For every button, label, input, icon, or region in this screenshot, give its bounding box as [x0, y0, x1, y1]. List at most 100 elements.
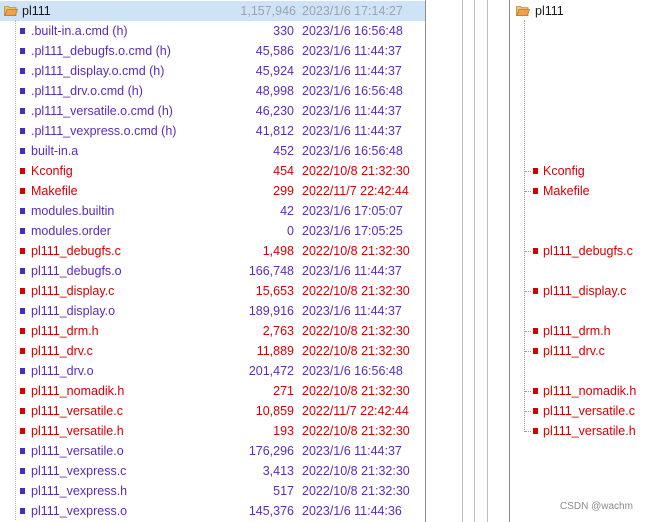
- left-file-row[interactable]: pl111_vexpress.h 517 2022/10/8 21:32:30: [0, 481, 425, 501]
- file-date: 2022/11/7 22:42:44: [302, 404, 409, 418]
- right-file-name[interactable]: Makefile: [543, 181, 590, 201]
- file-date: 2022/10/8 21:32:30: [302, 244, 410, 258]
- file-date: 2022/10/8 21:32:30: [302, 464, 410, 478]
- right-file-name[interactable]: pl111_display.c: [543, 281, 626, 301]
- left-file-row[interactable]: modules.order 0 2023/1/6 17:05:25: [0, 221, 425, 241]
- file-icon: [20, 48, 25, 54]
- file-size: 45,924: [255, 64, 294, 78]
- file-icon: [20, 428, 25, 434]
- right-folder-row[interactable]: pl111: [510, 1, 645, 21]
- file-icon: [20, 408, 25, 414]
- left-file-row[interactable]: built-in.a 452 2023/1/6 16:56:48: [0, 141, 425, 161]
- file-size: 11,889: [256, 344, 294, 358]
- left-file-row[interactable]: .built-in.a.cmd (h) 330 2023/1/6 16:56:48: [0, 21, 425, 41]
- left-file-row[interactable]: pl111_versatile.h 193 2022/10/8 21:32:30: [0, 421, 425, 441]
- left-file-row[interactable]: modules.builtin 42 2023/1/6 17:05:07: [0, 201, 425, 221]
- file-date: 2023/1/6 11:44:37: [302, 304, 402, 318]
- file-name: pl111_versatile.c: [31, 404, 123, 418]
- file-icon: [20, 308, 25, 314]
- tree-branch: [525, 391, 531, 392]
- file-date: 2023/1/6 16:56:48: [302, 84, 403, 98]
- file-size: 271: [273, 384, 294, 398]
- file-size: 41,812: [255, 124, 294, 138]
- file-icon: [20, 328, 25, 334]
- file-date: 2022/10/8 21:32:30: [302, 324, 410, 338]
- file-icon: [20, 68, 25, 74]
- left-file-row[interactable]: pl111_debugfs.c 1,498 2022/10/8 21:32:30: [0, 241, 425, 261]
- tree-branch: [525, 331, 531, 332]
- file-icon: [20, 208, 25, 214]
- left-file-row[interactable]: pl111_vexpress.c 3,413 2022/10/8 21:32:30: [0, 461, 425, 481]
- file-icon: [20, 348, 25, 354]
- file-icon: [20, 108, 25, 114]
- file-size: 176,296: [248, 444, 294, 458]
- left-file-row[interactable]: Makefile 299 2022/11/7 22:42:44: [0, 181, 425, 201]
- file-icon: [20, 188, 25, 194]
- right-file-name[interactable]: pl111_debugfs.c: [543, 241, 633, 261]
- file-size: 166,748: [248, 264, 294, 278]
- file-size: 10,859: [255, 404, 294, 418]
- left-file-row[interactable]: .pl111_drv.o.cmd (h) 48,998 2023/1/6 16:56…: [0, 81, 425, 101]
- left-file-row[interactable]: pl111_vexpress.o 145,376 2023/1/6 11:44:36: [0, 501, 425, 521]
- left-file-pane: pl111 1,157,946 2023/1/6 17:14:27 .built…: [0, 0, 425, 522]
- left-file-row[interactable]: pl111_display.c 15,653 2022/10/8 21:32:30: [0, 281, 425, 301]
- column-divider: [462, 0, 463, 522]
- right-file-name[interactable]: Kconfig: [543, 161, 585, 181]
- file-name: .pl111_display.o.cmd (h): [31, 64, 165, 78]
- file-name: pl111_display.o: [31, 304, 116, 318]
- right-file-name[interactable]: pl111_versatile.c: [543, 401, 635, 421]
- right-file-name[interactable]: pl111_nomadik.h: [543, 381, 636, 401]
- file-icon: [533, 348, 538, 354]
- left-file-row[interactable]: pl111_display.o 189,916 2023/1/6 11:44:37: [0, 301, 425, 321]
- right-file-name[interactable]: pl111_drm.h: [543, 321, 611, 341]
- file-name: .pl111_debugfs.o.cmd (h): [31, 44, 171, 58]
- file-icon: [20, 468, 25, 474]
- file-name: pl111_drv.o: [31, 364, 94, 378]
- file-name: .built-in.a.cmd (h): [31, 24, 128, 38]
- file-size: 299: [273, 184, 294, 198]
- right-file-name[interactable]: pl111_drv.c: [543, 341, 605, 361]
- left-file-row[interactable]: .pl111_display.o.cmd (h) 45,924 2023/1/6 1…: [0, 61, 425, 81]
- tree-branch: [525, 291, 531, 292]
- file-name: Makefile: [31, 184, 78, 198]
- file-date: 2022/10/8 21:32:30: [302, 164, 410, 178]
- file-size: 454: [273, 164, 294, 178]
- left-file-row[interactable]: pl111_nomadik.h 271 2022/10/8 21:32:30: [0, 381, 425, 401]
- file-name: .pl111_drv.o.cmd (h): [31, 84, 143, 98]
- file-icon: [20, 268, 25, 274]
- file-icon: [20, 388, 25, 394]
- file-name: pl111_versatile.o: [31, 444, 124, 458]
- file-icon: [20, 488, 25, 494]
- file-size: 46,230: [255, 104, 294, 118]
- left-folder-row[interactable]: pl111 1,157,946 2023/1/6 17:14:27: [0, 1, 425, 21]
- file-icon: [533, 428, 538, 434]
- file-icon: [20, 168, 25, 174]
- file-name: Kconfig: [31, 164, 73, 178]
- file-name: pl111_vexpress.h: [31, 484, 128, 498]
- right-file-name[interactable]: pl111_versatile.h: [543, 421, 636, 441]
- left-file-row[interactable]: pl111_drm.h 2,763 2022/10/8 21:32:30: [0, 321, 425, 341]
- left-file-row[interactable]: pl111_versatile.o 176,296 2023/1/6 11:44:3…: [0, 441, 425, 461]
- file-date: 2023/1/6 11:44:36: [302, 504, 402, 518]
- file-date: 2023/1/6 11:44:37: [302, 444, 402, 458]
- file-icon: [20, 88, 25, 94]
- left-file-row[interactable]: .pl111_versatile.o.cmd (h) 46,230 2023/1/6…: [0, 101, 425, 121]
- left-folder-size: 1,157,946: [240, 4, 296, 18]
- file-name: modules.builtin: [31, 204, 115, 218]
- file-name: pl111_drv.c: [31, 344, 93, 358]
- left-file-row[interactable]: pl111_debugfs.o 166,748 2023/1/6 11:44:37: [0, 261, 425, 281]
- pane-divider: [425, 0, 426, 522]
- file-name: pl111_vexpress.o: [31, 504, 128, 518]
- file-date: 2023/1/6 11:44:37: [302, 44, 402, 58]
- left-file-row[interactable]: pl111_versatile.c 10,859 2022/11/7 22:42:4…: [0, 401, 425, 421]
- left-file-row[interactable]: pl111_drv.c 11,889 2022/10/8 21:32:30: [0, 341, 425, 361]
- column-divider: [474, 0, 475, 522]
- file-date: 2023/1/6 17:05:07: [302, 204, 403, 218]
- left-file-row[interactable]: .pl111_vexpress.o.cmd (h) 41,812 2023/1/6 …: [0, 121, 425, 141]
- left-file-row[interactable]: pl111_drv.o 201,472 2023/1/6 16:56:48: [0, 361, 425, 381]
- file-date: 2022/10/8 21:32:30: [302, 344, 410, 358]
- left-file-row[interactable]: .pl111_debugfs.o.cmd (h) 45,586 2023/1/6 1…: [0, 41, 425, 61]
- left-file-row[interactable]: Kconfig 454 2022/10/8 21:32:30: [0, 161, 425, 181]
- file-icon: [533, 248, 538, 254]
- tree-branch: [525, 191, 531, 192]
